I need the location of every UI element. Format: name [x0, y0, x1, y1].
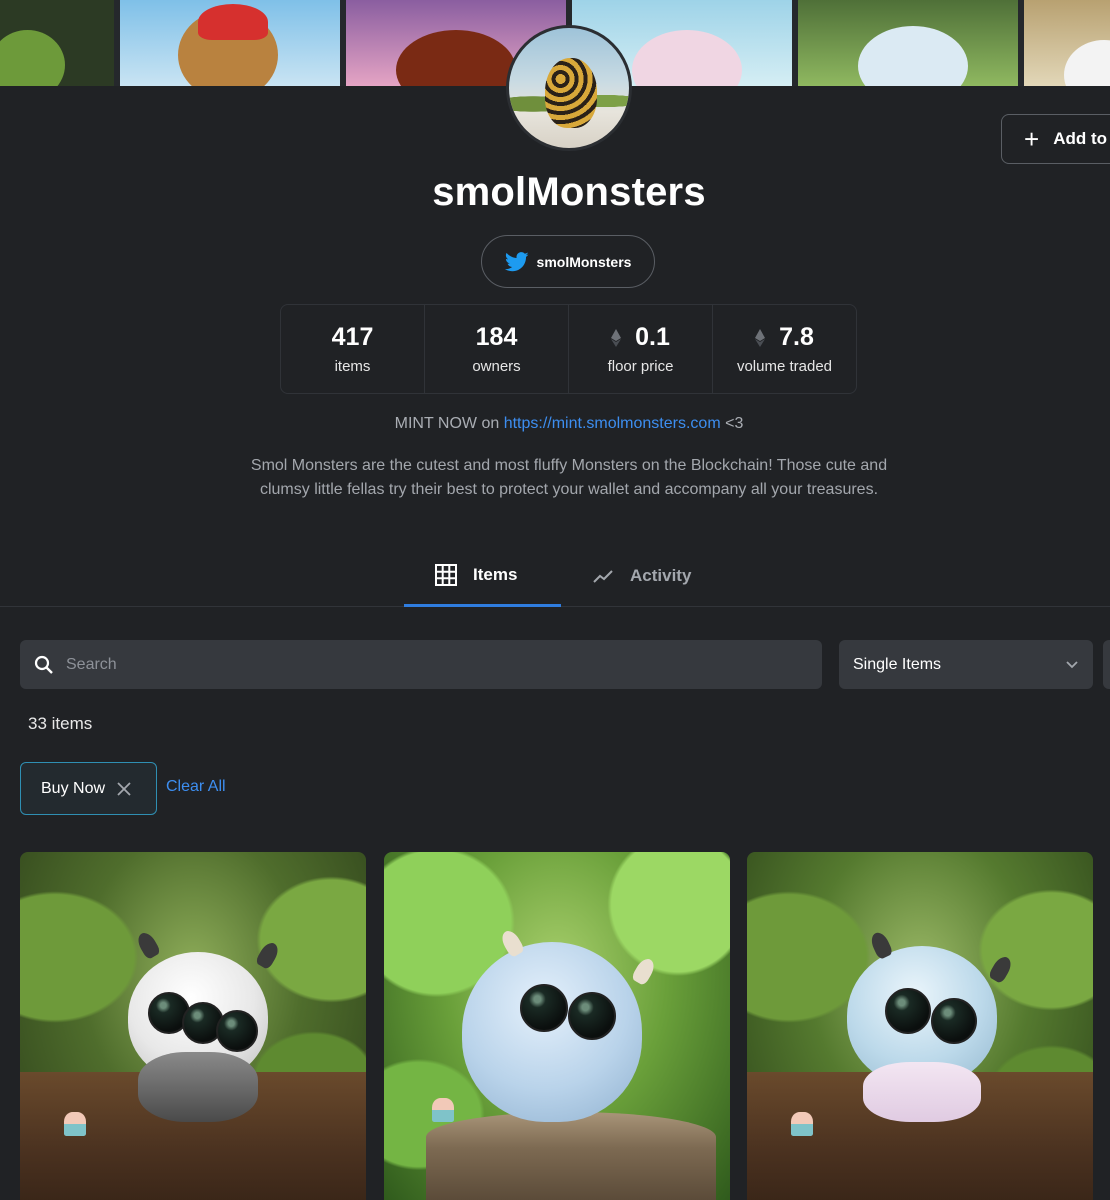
chip-label: Buy Now: [41, 779, 106, 797]
select-value: Single Items: [853, 655, 942, 673]
nft-card[interactable]: [384, 852, 730, 1200]
description-line: clumsy little fellas try their best to p…: [259, 481, 879, 498]
tab-items-label: Items: [473, 564, 518, 584]
mint-prefix: MINT NOW on: [394, 415, 504, 432]
collection-title: smolMonsters: [432, 170, 706, 214]
twitter-link[interactable]: smolMonsters: [481, 235, 655, 288]
twitter-bird-icon: [504, 251, 529, 271]
collection-stats: 417 items 184 owners 0.1 floor price 7.8…: [280, 304, 857, 394]
nft-image: [747, 852, 1093, 1200]
stat-value: 7.8: [779, 323, 814, 351]
stat-label: owners: [472, 358, 521, 375]
stat-value: 0.1: [635, 323, 670, 351]
nft-card[interactable]: [20, 852, 366, 1200]
stat-items: 417 items: [281, 305, 425, 393]
nft-image: [384, 852, 730, 1200]
search-icon: [34, 655, 53, 674]
filter-chip-buy-now[interactable]: Buy Now: [20, 762, 157, 815]
stat-floor-price: 0.1 floor price: [569, 305, 713, 393]
tab-items[interactable]: Items: [404, 545, 561, 607]
stat-label: floor price: [607, 358, 674, 375]
tab-activity-label: Activity: [630, 566, 692, 585]
item-count: 33 items: [28, 714, 93, 733]
item-type-select[interactable]: Single Items: [839, 640, 1093, 689]
nft-image: [20, 852, 366, 1200]
sort-select[interactable]: [1103, 640, 1110, 689]
add-to-button[interactable]: + Add to: [1001, 114, 1110, 164]
stat-value: 417: [331, 323, 374, 351]
collection-tabs: Items Activity: [0, 545, 1110, 607]
banner-image: [0, 0, 120, 86]
grid-icon: [435, 563, 457, 586]
collection-description: Smol Monsters are the cutest and most fl…: [190, 454, 948, 502]
search-input[interactable]: [66, 655, 766, 674]
ethereum-icon: [611, 328, 622, 347]
stat-value: 184: [475, 323, 518, 351]
twitter-handle: smolMonsters: [536, 253, 632, 270]
banner-image: [120, 0, 346, 86]
trend-line-icon: [593, 570, 613, 583]
clear-all-link[interactable]: Clear All: [166, 778, 226, 796]
ethereum-icon: [755, 328, 766, 347]
stat-volume-traded: 7.8 volume traded: [713, 305, 856, 393]
stat-owners: 184 owners: [425, 305, 569, 393]
chevron-down-icon: [1066, 660, 1078, 668]
nft-card[interactable]: [747, 852, 1093, 1200]
banner-image: [798, 0, 1024, 86]
close-icon[interactable]: [117, 781, 131, 796]
mint-link[interactable]: https://mint.smolmonsters.com: [504, 415, 721, 432]
description-line: Smol Monsters are the cutest and most fl…: [250, 457, 888, 474]
stat-label: volume traded: [736, 358, 833, 375]
mint-suffix: <3: [720, 415, 744, 432]
plus-icon: +: [1024, 124, 1040, 154]
banner-image: [1024, 0, 1110, 86]
stat-label: items: [334, 358, 371, 375]
collection-avatar: [506, 25, 632, 151]
mint-line: MINT NOW on https://mint.smolmonsters.co…: [0, 415, 1110, 433]
add-to-label: Add to: [1053, 129, 1108, 148]
search-bar: [20, 640, 822, 689]
tab-activity[interactable]: Activity: [592, 545, 691, 607]
